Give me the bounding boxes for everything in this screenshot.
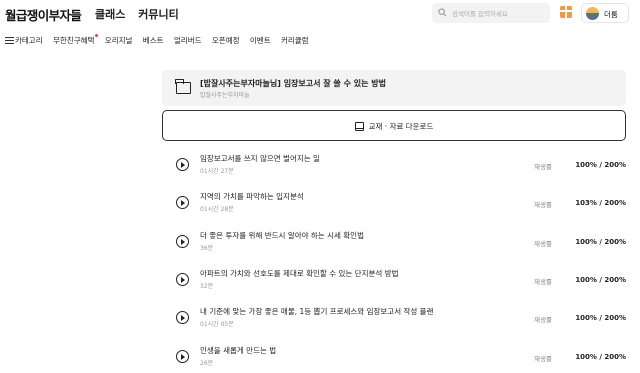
lesson-status-label: 재생률 xyxy=(534,355,552,363)
site-logo[interactable]: 월급쟁이부자들 xyxy=(5,5,82,24)
subnav-original[interactable]: 오리지널 xyxy=(105,35,133,46)
course-instructor: 밥잘사주는부자마늘 xyxy=(200,92,250,99)
user-menu-button[interactable]: 더룸 xyxy=(581,3,629,23)
nav-class[interactable]: 클래스 xyxy=(95,8,125,21)
play-icon[interactable] xyxy=(176,158,189,171)
new-dot-icon xyxy=(95,34,99,37)
lesson-progress: 100% / 200% xyxy=(575,276,626,284)
lesson-title: 지역의 가치를 파악하는 입지분석 xyxy=(200,192,304,201)
lesson-progress: 100% / 200% xyxy=(575,314,626,322)
lesson-status-label: 재생률 xyxy=(534,201,552,209)
subnav-event[interactable]: 이벤트 xyxy=(250,35,271,46)
subnav-curriculum[interactable]: 커리큘럼 xyxy=(281,35,309,46)
book-icon xyxy=(354,122,364,131)
lesson-status-label: 재생률 xyxy=(534,278,552,286)
subnav-earlybird[interactable]: 얼리버드 xyxy=(174,35,202,46)
lesson-title: 아파트의 가치와 선호도를 제대로 확인할 수 있는 단지분석 방법 xyxy=(200,269,399,278)
lesson-item[interactable]: 내 기준에 맞는 가장 좋은 매물, 1등 뽑기 프로세스와 임장보고서 작성 … xyxy=(162,303,626,333)
user-name: 더룸 xyxy=(604,10,618,19)
lesson-item[interactable]: 지역의 가치를 파악하는 입지분석 01시간 28분 재생률 103% / 20… xyxy=(162,188,626,218)
subnav-friend-benefit[interactable]: 무한친구혜택 xyxy=(53,34,99,46)
lesson-item[interactable]: 임장보고서를 쓰지 않으면 벌어지는 일 01시간 27분 재생률 100% /… xyxy=(162,150,626,180)
gift-icon[interactable] xyxy=(560,6,572,18)
lesson-progress: 100% / 200% xyxy=(575,161,626,169)
course-header: [밥잘사주는부자마늘님] 임장보고서 잘 쓸 수 있는 방법 밥잘사주는부자마늘 xyxy=(162,70,626,106)
lesson-duration: 32분 xyxy=(200,283,214,290)
course-title: [밥잘사주는부자마늘님] 임장보고서 잘 쓸 수 있는 방법 xyxy=(200,79,386,88)
lesson-title: 내 기준에 맞는 가장 좋은 매물, 1등 뽑기 프로세스와 임장보고서 작성 … xyxy=(200,307,434,316)
lesson-title: 임장보고서를 쓰지 않으면 벌어지는 일 xyxy=(200,154,320,163)
lesson-item[interactable]: 더 좋은 투자를 위해 반드시 알아야 하는 시세 확인법 36분 재생률 10… xyxy=(162,227,626,257)
subnav-best[interactable]: 베스트 xyxy=(143,35,164,46)
menu-icon xyxy=(5,37,14,44)
lesson-duration: 01시간 28분 xyxy=(200,206,234,213)
lesson-item[interactable]: 인생을 새롭게 만드는 법 26분 재생률 100% / 200% xyxy=(162,342,626,372)
lesson-status-label: 재생률 xyxy=(534,240,552,248)
lesson-progress: 100% / 200% xyxy=(575,353,626,361)
subnav-category[interactable]: 카테고리 xyxy=(5,35,43,46)
lesson-status-label: 재생률 xyxy=(534,163,552,171)
lesson-progress: 103% / 200% xyxy=(575,199,626,207)
download-label: 교재 · 자료 다운로드 xyxy=(368,122,434,131)
play-icon[interactable] xyxy=(176,235,189,248)
download-materials-button[interactable]: 교재 · 자료 다운로드 xyxy=(162,110,626,141)
main-nav: 클래스 커뮤니티 xyxy=(95,6,188,22)
lesson-duration: 26분 xyxy=(200,360,214,367)
sub-nav: 카테고리 무한친구혜택 오리지널 베스트 얼리버드 오픈예정 이벤트 커리큘럼 xyxy=(5,34,317,47)
lesson-progress: 100% / 200% xyxy=(575,238,626,246)
search-icon xyxy=(438,8,447,17)
search-input[interactable]: 검색어를 입력하세요 xyxy=(432,3,550,23)
play-icon[interactable] xyxy=(176,196,189,209)
nav-community[interactable]: 커뮤니티 xyxy=(138,8,178,21)
folder-icon xyxy=(175,79,191,94)
lesson-title: 인생을 새롭게 만드는 법 xyxy=(200,346,277,355)
avatar xyxy=(586,7,599,20)
lesson-item[interactable]: 아파트의 가치와 선호도를 제대로 확인할 수 있는 단지분석 방법 32분 재… xyxy=(162,265,626,295)
play-icon[interactable] xyxy=(176,311,189,324)
play-icon[interactable] xyxy=(176,350,189,363)
lesson-duration: 36분 xyxy=(200,245,214,252)
search-placeholder: 검색어를 입력하세요 xyxy=(452,10,508,18)
subnav-upcoming[interactable]: 오픈예정 xyxy=(212,35,240,46)
lesson-status-label: 재생률 xyxy=(534,316,552,324)
play-icon[interactable] xyxy=(176,273,189,286)
top-header: 월급쟁이부자들 클래스 커뮤니티 검색어를 입력하세요 더룸 xyxy=(0,0,640,28)
lesson-title: 더 좋은 투자를 위해 반드시 알아야 하는 시세 확인법 xyxy=(200,231,364,240)
lesson-duration: 01시간 05분 xyxy=(200,321,234,328)
lesson-duration: 01시간 27분 xyxy=(200,168,234,175)
